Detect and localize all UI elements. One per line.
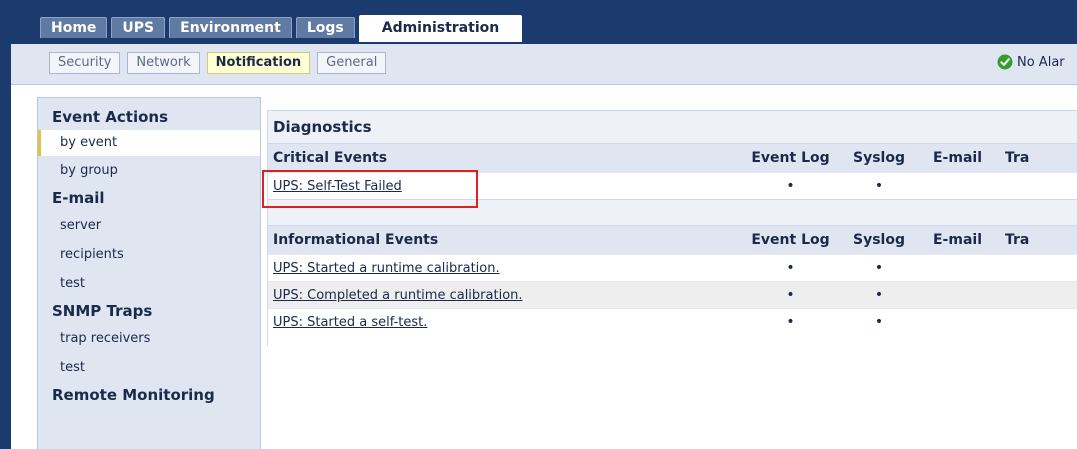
- event-link-completed-runtime-calibration[interactable]: UPS: Completed a runtime calibration.: [273, 288, 523, 303]
- col-email: E-mail: [915, 225, 1000, 255]
- nav-item-trap-receivers[interactable]: trap receivers: [38, 324, 260, 353]
- nav-item-by-event[interactable]: by event: [38, 130, 260, 156]
- col-email: E-mail: [915, 143, 1000, 173]
- col-trap: Tra: [1000, 143, 1077, 173]
- sub-navigation-bar: Security Network Notification General No…: [11, 44, 1077, 85]
- subtab-network[interactable]: Network: [127, 52, 200, 74]
- col-syslog: Syslog: [843, 143, 915, 173]
- left-edge-band: [0, 44, 11, 449]
- alarm-status-text: No Alar: [1017, 54, 1065, 70]
- nav-group-remote-monitoring[interactable]: Remote Monitoring: [38, 382, 260, 408]
- col-syslog: Syslog: [843, 225, 915, 255]
- panel-title: Diagnostics: [268, 110, 1077, 143]
- tab-ups[interactable]: UPS: [111, 17, 166, 38]
- events-table: Critical Events Event Log Syslog E-mail …: [268, 143, 1077, 335]
- syslog-marker: •: [874, 314, 884, 330]
- nav-group-snmp-traps: SNMP Traps: [52, 302, 153, 320]
- event-log-marker: •: [786, 178, 795, 194]
- syslog-marker: •: [874, 260, 884, 276]
- critical-header-row: Critical Events Event Log Syslog E-mail …: [268, 143, 1077, 173]
- event-link-started-runtime-calibration[interactable]: UPS: Started a runtime calibration.: [273, 261, 500, 276]
- col-trap: Tra: [1000, 225, 1077, 255]
- col-event-log: Event Log: [738, 143, 843, 173]
- syslog-marker: •: [874, 287, 884, 303]
- nav-item-snmp-test[interactable]: test: [38, 353, 260, 382]
- section-spacer: [268, 199, 1077, 226]
- informational-header-row: Informational Events Event Log Syslog E-…: [268, 225, 1077, 255]
- nav-item-by-group[interactable]: by group: [38, 156, 260, 185]
- alarm-status[interactable]: No Alar: [997, 54, 1065, 70]
- top-navigation-bar: Home UPS Environment Logs Administration: [0, 0, 1077, 44]
- main-tabs: Home UPS Environment Logs Administration: [40, 15, 526, 42]
- tab-administration[interactable]: Administration: [358, 15, 523, 42]
- tab-home[interactable]: Home: [40, 17, 108, 38]
- critical-events-heading: Critical Events: [268, 143, 738, 173]
- subtab-general[interactable]: General: [317, 52, 387, 74]
- nav-group-event-actions: Event Actions: [52, 108, 168, 126]
- nav-item-email-test[interactable]: test: [38, 269, 260, 298]
- nav-item-recipients[interactable]: recipients: [38, 240, 260, 269]
- side-navigation: Event Actions by event by group E-mail s…: [37, 97, 261, 449]
- tab-environment[interactable]: Environment: [169, 17, 292, 38]
- table-row: UPS: Started a self-test. • •: [268, 308, 1077, 335]
- sub-tabs: Security Network Notification General: [49, 52, 393, 74]
- subtab-security[interactable]: Security: [49, 52, 121, 74]
- syslog-marker: •: [874, 178, 884, 194]
- table-row: UPS: Self-Test Failed • •: [268, 172, 1077, 200]
- event-link-self-test-failed[interactable]: UPS: Self-Test Failed: [273, 179, 402, 194]
- table-row: UPS: Started a runtime calibration. • •: [268, 254, 1077, 282]
- app-root: Home UPS Environment Logs Administration…: [0, 0, 1077, 449]
- nav-group-email: E-mail: [52, 189, 105, 207]
- event-log-marker: •: [786, 260, 795, 276]
- informational-events-heading: Informational Events: [268, 225, 738, 255]
- nav-item-server[interactable]: server: [38, 211, 260, 240]
- event-log-marker: •: [786, 287, 795, 303]
- event-log-marker: •: [786, 314, 795, 330]
- col-event-log: Event Log: [738, 225, 843, 255]
- check-circle-icon: [997, 54, 1013, 70]
- table-row: UPS: Completed a runtime calibration. • …: [268, 281, 1077, 309]
- subtab-notification[interactable]: Notification: [206, 52, 311, 74]
- tab-logs[interactable]: Logs: [295, 17, 355, 38]
- diagnostics-panel: Diagnostics Critical Events Event Log Sy…: [267, 110, 1077, 346]
- event-link-started-self-test[interactable]: UPS: Started a self-test.: [273, 315, 427, 330]
